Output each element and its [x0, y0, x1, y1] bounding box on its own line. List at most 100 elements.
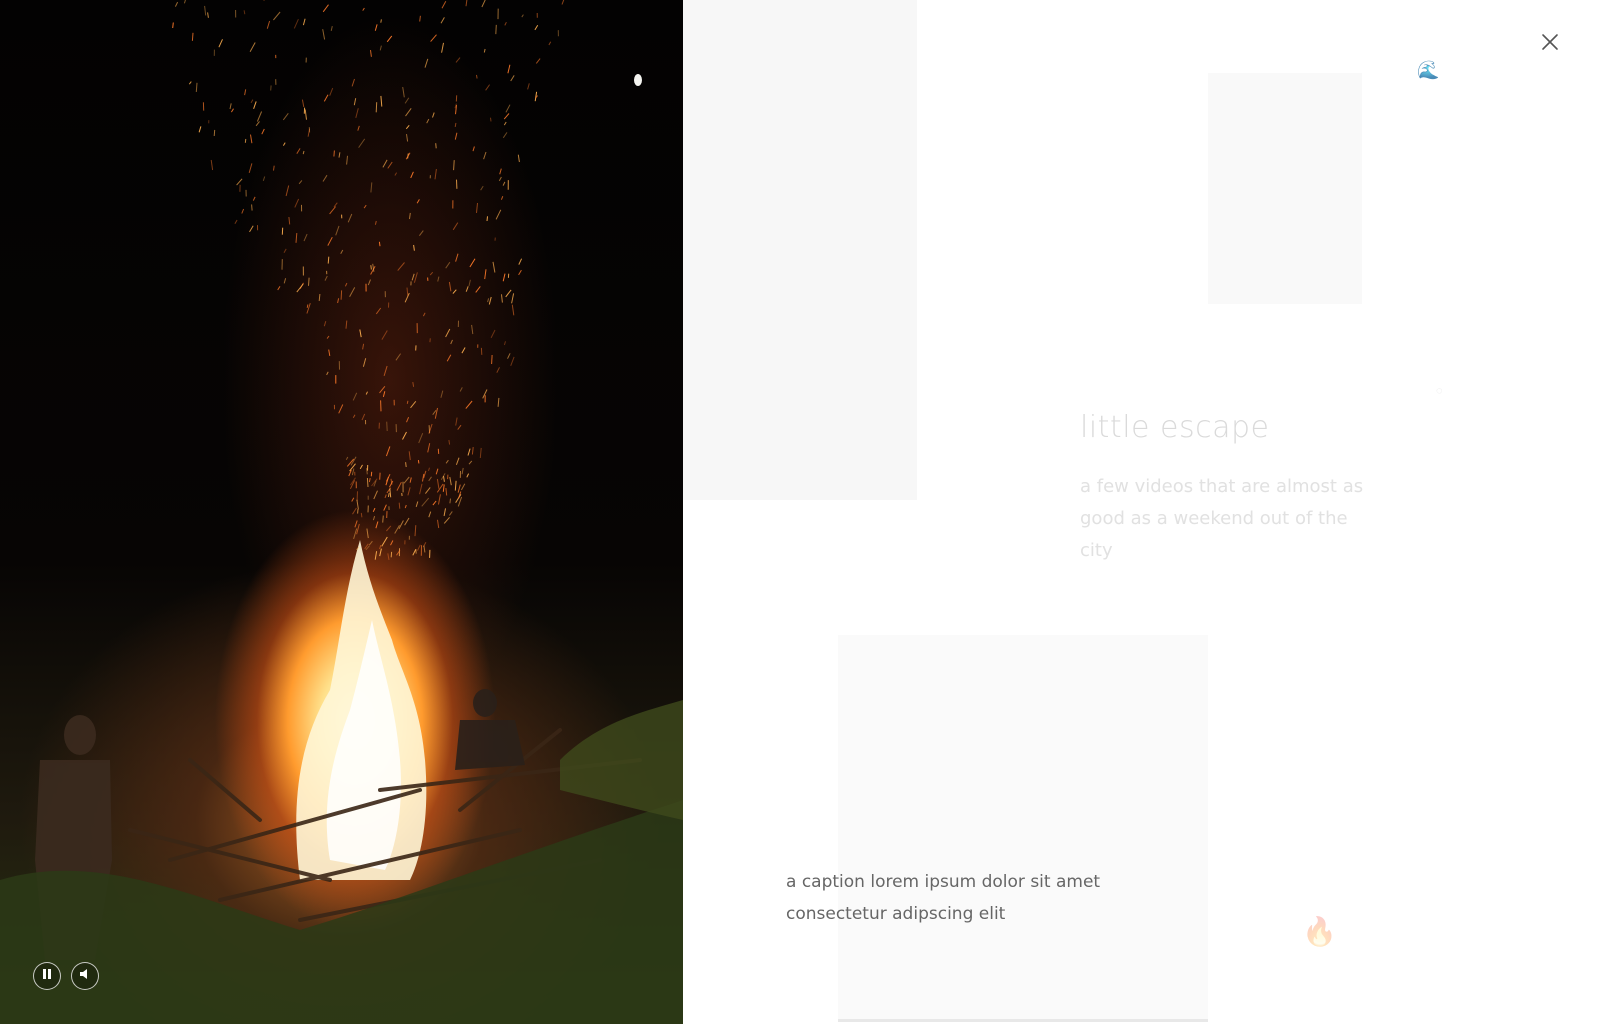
spark	[448, 281, 452, 292]
spark	[488, 296, 492, 305]
bonfire-video-player[interactable]	[0, 0, 683, 1024]
spark	[503, 341, 506, 346]
spark	[372, 515, 376, 521]
spark	[505, 104, 511, 113]
spark	[362, 7, 365, 11]
spark	[370, 182, 373, 193]
spark	[340, 290, 343, 300]
spark	[421, 497, 430, 507]
spark	[302, 150, 305, 155]
spark	[398, 520, 404, 530]
spark	[382, 515, 384, 523]
spark	[302, 18, 306, 26]
spark	[356, 499, 359, 510]
spark	[296, 283, 304, 293]
spark	[485, 84, 491, 91]
spark	[370, 50, 372, 57]
spark	[428, 476, 432, 482]
spark	[497, 397, 500, 407]
spark	[448, 511, 453, 516]
spark	[283, 248, 287, 253]
spark	[441, 0, 447, 9]
spark	[349, 463, 356, 472]
spark	[476, 202, 478, 213]
spark	[174, 1, 179, 7]
spark	[374, 220, 377, 225]
close-icon	[1541, 33, 1559, 56]
spark	[380, 19, 382, 23]
spark	[386, 525, 392, 532]
spark	[327, 236, 333, 246]
spark	[308, 277, 310, 286]
spark	[507, 353, 511, 359]
spark	[453, 160, 455, 171]
spark	[483, 48, 486, 53]
pause-button[interactable]	[33, 962, 61, 990]
spark	[330, 25, 333, 32]
spark	[415, 501, 419, 508]
spark	[338, 404, 344, 414]
spark	[351, 78, 355, 87]
spark	[502, 273, 506, 282]
spark	[282, 112, 289, 121]
spark	[517, 154, 520, 163]
spark	[432, 112, 435, 118]
spark	[449, 476, 452, 486]
spark	[253, 101, 257, 109]
close-button[interactable]	[1537, 31, 1563, 57]
spark	[434, 169, 437, 180]
spark	[408, 451, 411, 461]
spark	[329, 206, 336, 215]
spark	[213, 129, 216, 137]
spark	[467, 448, 471, 456]
spark	[368, 540, 373, 546]
spark	[322, 174, 328, 182]
spark	[480, 185, 484, 191]
spark	[413, 272, 418, 283]
spark	[429, 271, 434, 276]
spark	[443, 508, 446, 517]
spark	[250, 99, 254, 104]
spark	[426, 118, 430, 124]
spark	[326, 371, 329, 376]
spark	[230, 108, 234, 113]
spark	[505, 289, 512, 298]
spark	[501, 294, 503, 303]
spark	[404, 97, 410, 104]
spark	[390, 540, 394, 546]
spark	[465, 0, 468, 7]
spark	[322, 29, 326, 40]
spark	[432, 409, 437, 416]
spark	[461, 347, 466, 354]
spark	[306, 304, 309, 308]
spark	[236, 178, 243, 186]
spark	[534, 24, 539, 31]
spark	[322, 4, 329, 13]
spark	[251, 204, 253, 211]
spark	[357, 125, 360, 131]
spark	[353, 528, 358, 540]
spark	[294, 198, 300, 208]
spark	[455, 57, 461, 63]
spark	[417, 460, 420, 464]
spark	[405, 108, 412, 117]
spark	[499, 168, 502, 175]
spark	[492, 261, 496, 273]
spark	[419, 15, 421, 22]
spark	[405, 124, 410, 130]
spark	[326, 335, 330, 339]
spark	[402, 87, 405, 98]
spark	[252, 196, 256, 201]
spark	[333, 202, 338, 208]
spark	[335, 225, 340, 236]
spark	[373, 490, 378, 500]
spark	[198, 126, 202, 133]
volume-button[interactable]	[71, 962, 99, 990]
spark	[360, 512, 363, 518]
spark	[352, 507, 357, 515]
spark	[457, 484, 461, 493]
spark	[432, 500, 437, 506]
spark	[438, 494, 441, 505]
spark	[266, 20, 271, 29]
spark	[366, 468, 368, 475]
